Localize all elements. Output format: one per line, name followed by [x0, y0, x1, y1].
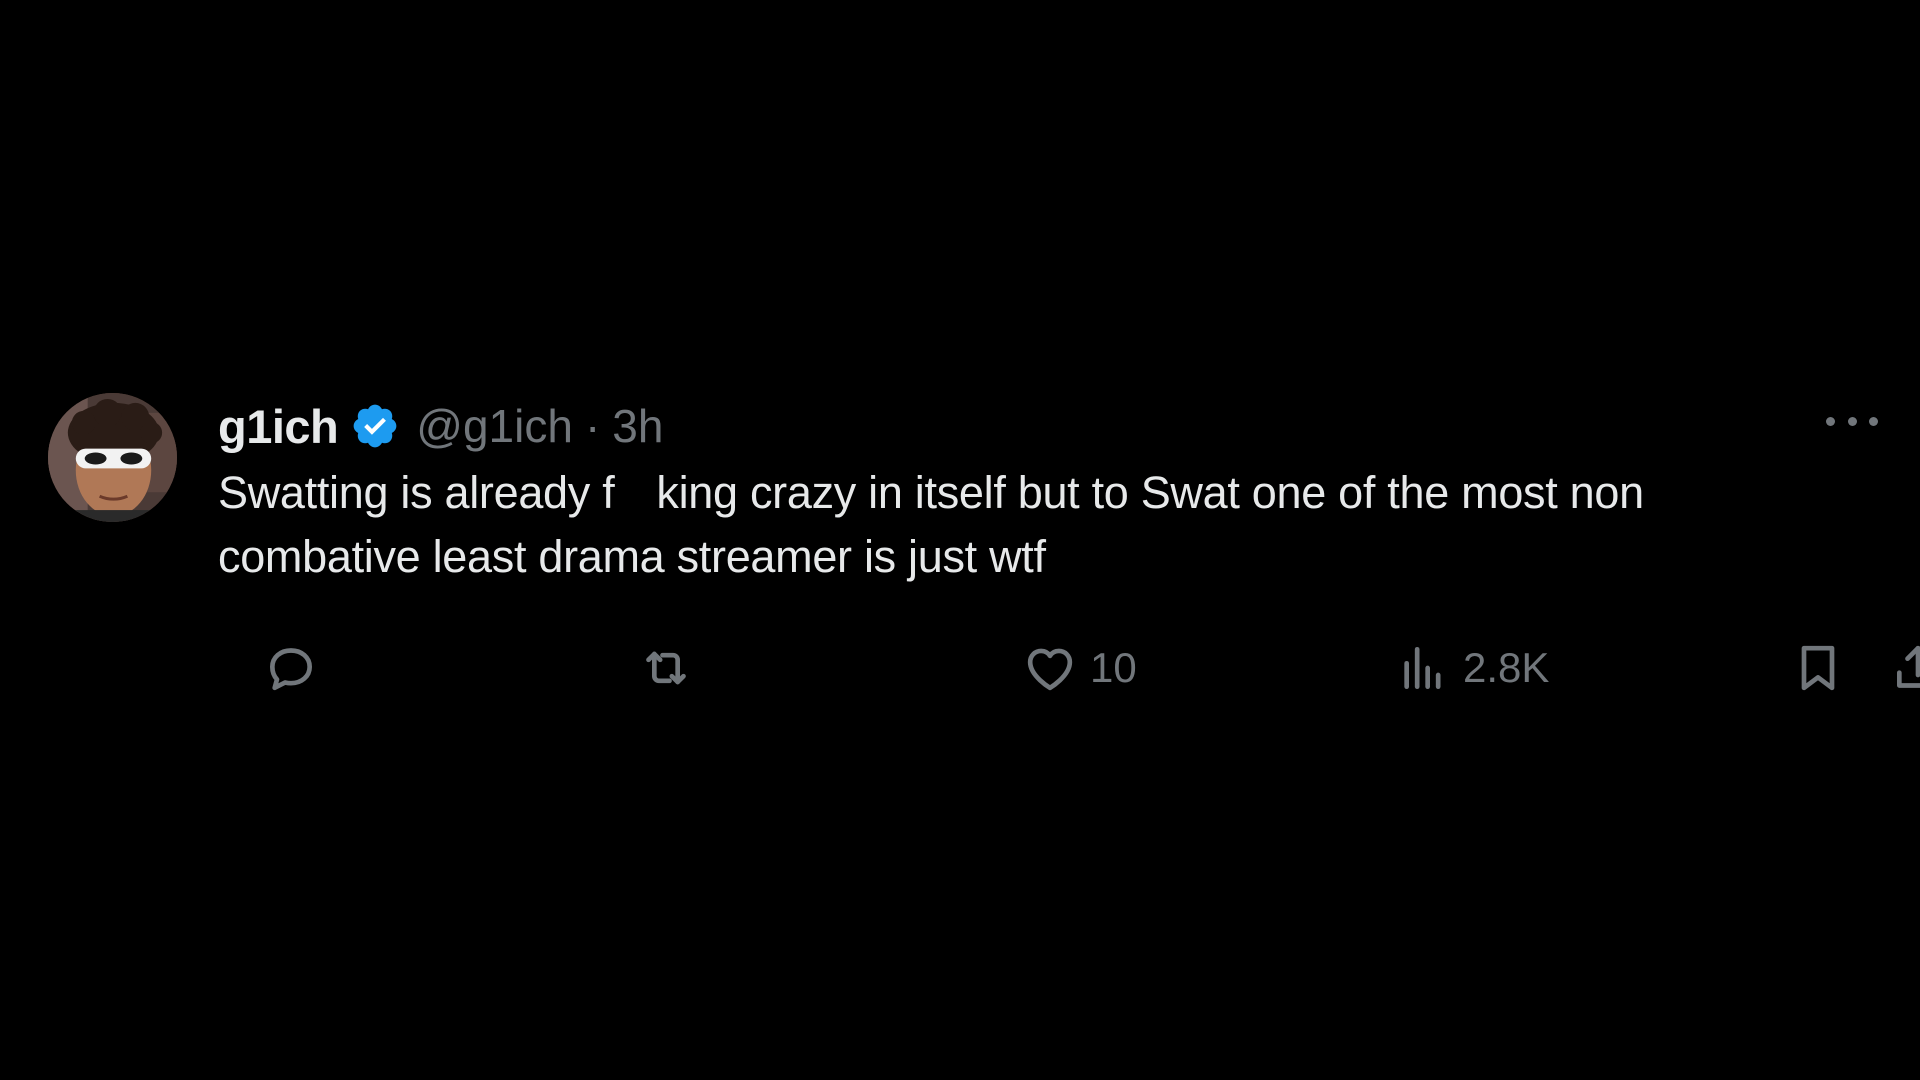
tweet-text-part-1: Swatting is already f	[218, 467, 615, 518]
reply-icon	[270, 648, 312, 691]
share-icon	[1897, 645, 1920, 688]
tweet-actions: 10 2.8K	[218, 633, 1920, 703]
retweet-icon	[646, 651, 686, 685]
tweet-text: Swatting is already f king crazy in itsel…	[218, 461, 1858, 589]
tweet[interactable]: g1ich @g1ich · 3h Swatting is already fk…	[48, 393, 1920, 723]
avatar[interactable]	[48, 393, 177, 522]
tweet-timestamp[interactable]: 3h	[612, 399, 663, 453]
more-options-icon[interactable]	[1826, 411, 1878, 431]
views-icon	[1404, 647, 1441, 689]
heart-icon	[1027, 648, 1073, 691]
reply-button[interactable]	[263, 633, 319, 703]
views-count: 2.8K	[1463, 644, 1550, 691]
display-name[interactable]: g1ich	[218, 399, 339, 454]
views-button[interactable]: 2.8K	[1395, 633, 1549, 703]
tweet-header: g1ich @g1ich · 3h	[218, 393, 663, 459]
header-separator: ·	[584, 400, 601, 452]
share-button[interactable]	[1890, 633, 1920, 703]
verified-badge-icon	[350, 401, 400, 451]
bookmark-icon	[1801, 645, 1835, 691]
like-count: 10	[1090, 644, 1137, 691]
user-handle[interactable]: @g1ich	[416, 399, 573, 453]
retweet-button[interactable]	[638, 633, 694, 703]
like-button[interactable]: 10	[1022, 633, 1137, 703]
bookmark-button[interactable]	[1790, 633, 1846, 703]
